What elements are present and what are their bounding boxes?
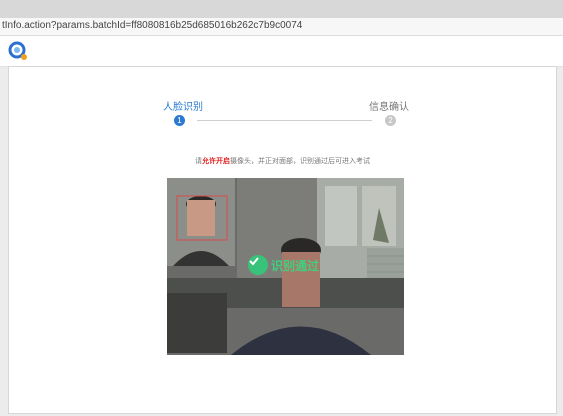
step-2-label: 信息确认	[369, 102, 409, 113]
camera-preview: 识别通过	[167, 178, 404, 355]
recognition-status-text: 识别通过	[271, 258, 320, 273]
step-1-label: 人脸识别	[163, 102, 203, 113]
instruction-prefix: 请	[195, 157, 202, 165]
check-circle-icon	[248, 255, 268, 275]
instruction-highlight: 允许开启	[202, 157, 230, 165]
camera-instruction: 请允许开启摄像头，并正对面部，识别通过后可进入考试	[9, 156, 556, 166]
browser-tab-strip	[0, 0, 563, 19]
step-1-indicator: 1	[174, 115, 185, 126]
url-text[interactable]: tInfo.action?params.batchId=ff8080816b25…	[2, 20, 302, 31]
step-progress-line	[197, 120, 372, 121]
site-header	[0, 36, 563, 67]
address-bar[interactable]: tInfo.action?params.batchId=ff8080816b25…	[0, 18, 563, 36]
app-logo-icon[interactable]	[7, 40, 29, 62]
face-recognition-panel: 人脸识别 信息确认 1 2 请允许开启摄像头，并正对面部，识别通过后可进入考试	[8, 66, 557, 414]
step-2-indicator: 2	[385, 115, 396, 126]
instruction-suffix: 摄像头，并正对面部，识别通过后可进入考试	[230, 157, 370, 165]
recognition-passed-badge: 识别通过	[248, 255, 319, 275]
